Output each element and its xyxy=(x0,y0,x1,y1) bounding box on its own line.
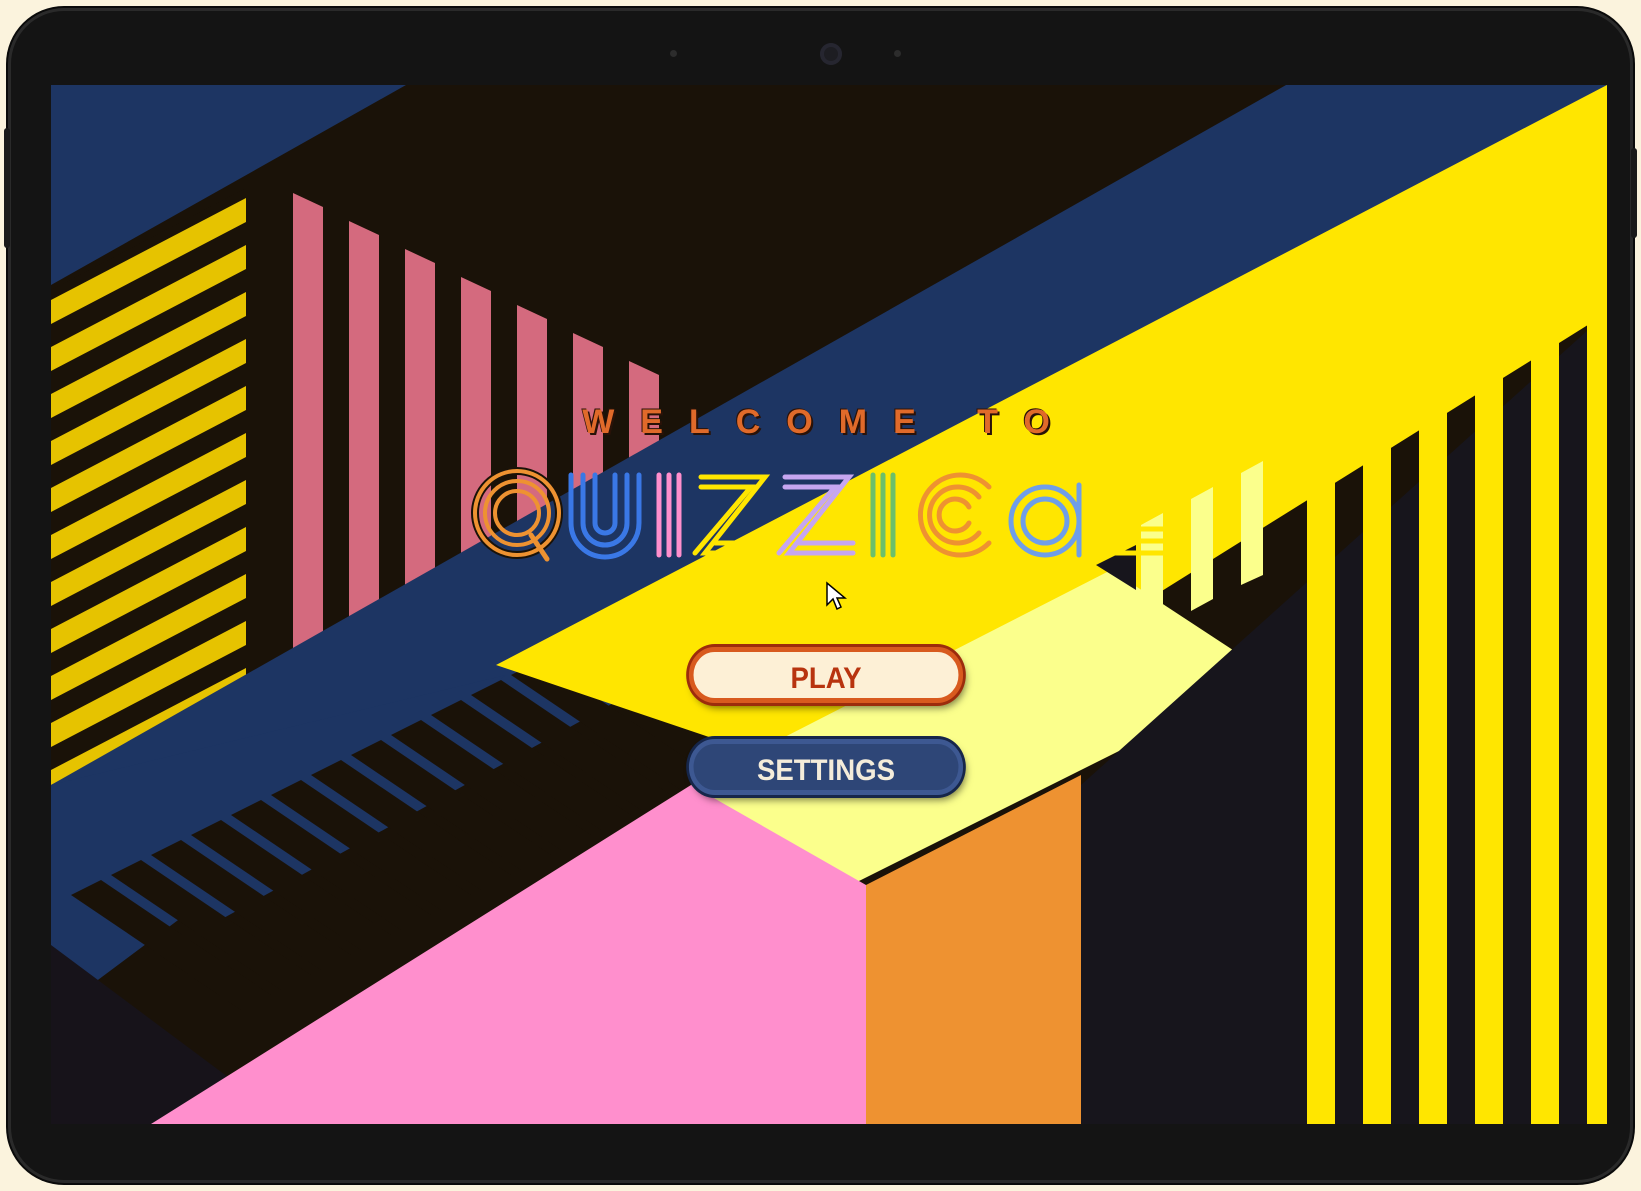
game-screen: WELCOME TO PLAY SETTINGS xyxy=(51,85,1607,1124)
quizzical-logo xyxy=(471,467,1169,562)
play-button[interactable]: PLAY xyxy=(688,647,964,703)
logo-letter-i xyxy=(656,472,682,558)
logo-letter-a xyxy=(1008,482,1082,558)
logo-letter-z2 xyxy=(776,474,856,556)
logo-letter-c xyxy=(917,472,992,558)
logo-letter-z1 xyxy=(692,474,772,556)
volume-button xyxy=(4,128,10,248)
sensor-dot xyxy=(670,50,677,57)
title-overlay: WELCOME TO PLAY SETTINGS xyxy=(51,85,1607,1124)
power-button xyxy=(1631,148,1637,238)
mouse-pointer-icon xyxy=(826,581,847,611)
welcome-heading: WELCOME TO xyxy=(582,403,1076,441)
logo-letter-l xyxy=(1100,472,1169,556)
logo-letter-q xyxy=(471,467,563,562)
logo-letter-u xyxy=(568,472,642,560)
sensor-dot xyxy=(894,50,901,57)
camera-icon xyxy=(820,43,842,65)
settings-button[interactable]: SETTINGS xyxy=(688,739,964,795)
logo-letter-i2 xyxy=(870,472,896,558)
tablet-frame: WELCOME TO PLAY SETTINGS xyxy=(4,8,1637,1183)
